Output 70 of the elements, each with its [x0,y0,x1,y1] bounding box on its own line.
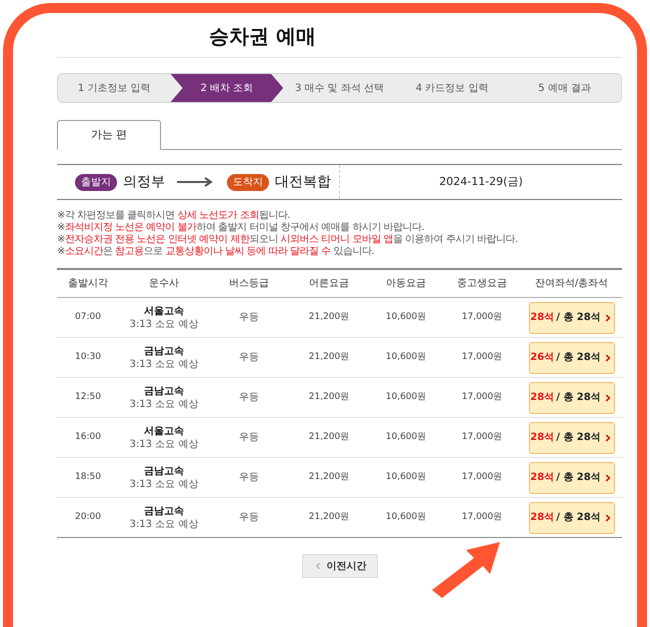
table-cell-text: 10,600원 [384,310,428,324]
notice-text: ※각 차편정보를 클릭하시면 상세 노선도가 조회됩니다. [57,210,291,222]
table-cell-text: 21,200원 [308,430,350,444]
seat-select-button[interactable]: 28석 / 총 28석 [528,462,614,494]
duration-text: 3:13 소요 예상 [130,438,198,450]
annotation-arrow [430,540,502,598]
table-cell-text: 10:30 [74,350,102,364]
travel-date: 2024-11-29(금) [439,174,523,190]
duration-text: 3:13 소요 예상 [130,398,198,410]
table-cell-text: 07:00 [74,310,102,324]
table-cell-text: 우등 [238,391,260,405]
duration-text: 3:13 소요 예상 [130,518,198,530]
column-header: 중고생요금 [456,277,508,291]
table-cell-text: 10,600원 [384,390,428,404]
table-cell-text: 17,000원 [460,430,504,444]
table-cell-text: 18:50 [74,470,102,484]
bus-company: 서울고속 [144,304,184,318]
table-cell-text: 10,600원 [384,350,428,364]
bus-company: 금남고속 [144,464,184,478]
departure-badge: 출발지 [75,174,117,190]
bus-company: 금남고속 [144,504,184,518]
arrival-city: 대전복합 [275,172,331,192]
seat-select-button[interactable]: 28석 / 총 28석 [528,302,614,334]
table-cell-text: 21,200원 [308,350,350,364]
column-header: 버스등급 [228,277,270,291]
table-cell-text: 10,600원 [384,430,428,444]
table-cell-text: 17,000원 [460,510,504,524]
seat-select-button[interactable]: 28석 / 총 28석 [528,422,614,454]
table-cell-text: 17,000원 [460,310,504,324]
seat-select-button[interactable]: 28석 / 총 28석 [528,502,614,534]
previous-time-button[interactable]: 이전시간 [302,554,378,578]
table-cell-text: 12:50 [74,390,102,404]
table-cell-text: 20:00 [74,510,102,524]
column-header: 출발시각 [67,277,109,291]
table-cell-text: 21,200원 [308,470,350,484]
table-cell-text: 10,600원 [384,470,428,484]
table-cell-text: 17,000원 [460,470,504,484]
table-cell-text: 우등 [238,431,260,445]
table-cell-text: 우등 [238,471,260,485]
table-cell-text: 10,600원 [384,510,428,524]
seat-select-button[interactable]: 28석 / 총 28석 [528,382,614,414]
bus-company: 금남고속 [144,384,184,398]
column-header: 잔여좌석/총좌석 [534,277,610,291]
notice-text: ※전자승차권 전용 노선은 인터넷 예약이 제한되오니 시외버스 티머니 모바일 앱을 이용하여 주시기 바랍니다. [57,234,519,246]
arrival-badge: 도착지 [227,174,269,190]
direction-tab[interactable]: 가는 편 [57,120,161,150]
table-cell-text: 17,000원 [460,350,504,364]
notice-text: ※좌석비지정 노선은 예약이 불가하여 출발지 터미널 창구에서 예매를 하시기 바랍니다. [57,222,426,234]
seat-select-button[interactable]: 26석 / 총 28석 [528,342,614,374]
duration-text: 3:13 소요 예상 [130,318,198,330]
table-cell-text: 21,200원 [308,310,350,324]
table-cell-text: 17,000원 [460,390,504,404]
departure-city: 의정부 [123,172,165,192]
table-cell-text: 우등 [238,511,260,525]
table-cell-text: 우등 [238,311,260,325]
table-cell-text: 16:00 [74,430,102,444]
right-arrow-icon [177,177,215,187]
page-title: 승차권 예매 [209,23,317,50]
table-cell-text: 21,200원 [308,390,350,404]
table-cell-text: 우등 [238,351,260,365]
notice-text: ※소요시간은 참고용으로 교통상황이나 날씨 등에 따라 달라질 수 있습니다. [57,246,376,258]
column-header: 운수사 [148,277,180,291]
duration-text: 3:13 소요 예상 [130,478,198,490]
table-cell-text: 21,200원 [308,510,350,524]
column-header: 어른요금 [308,277,350,291]
step-tab[interactable]: 2 배차 조회 [170,74,284,102]
column-header: 아동요금 [385,277,427,291]
duration-text: 3:13 소요 예상 [130,358,198,370]
bus-company: 서울고속 [144,424,184,438]
bus-company: 금남고속 [144,344,184,358]
